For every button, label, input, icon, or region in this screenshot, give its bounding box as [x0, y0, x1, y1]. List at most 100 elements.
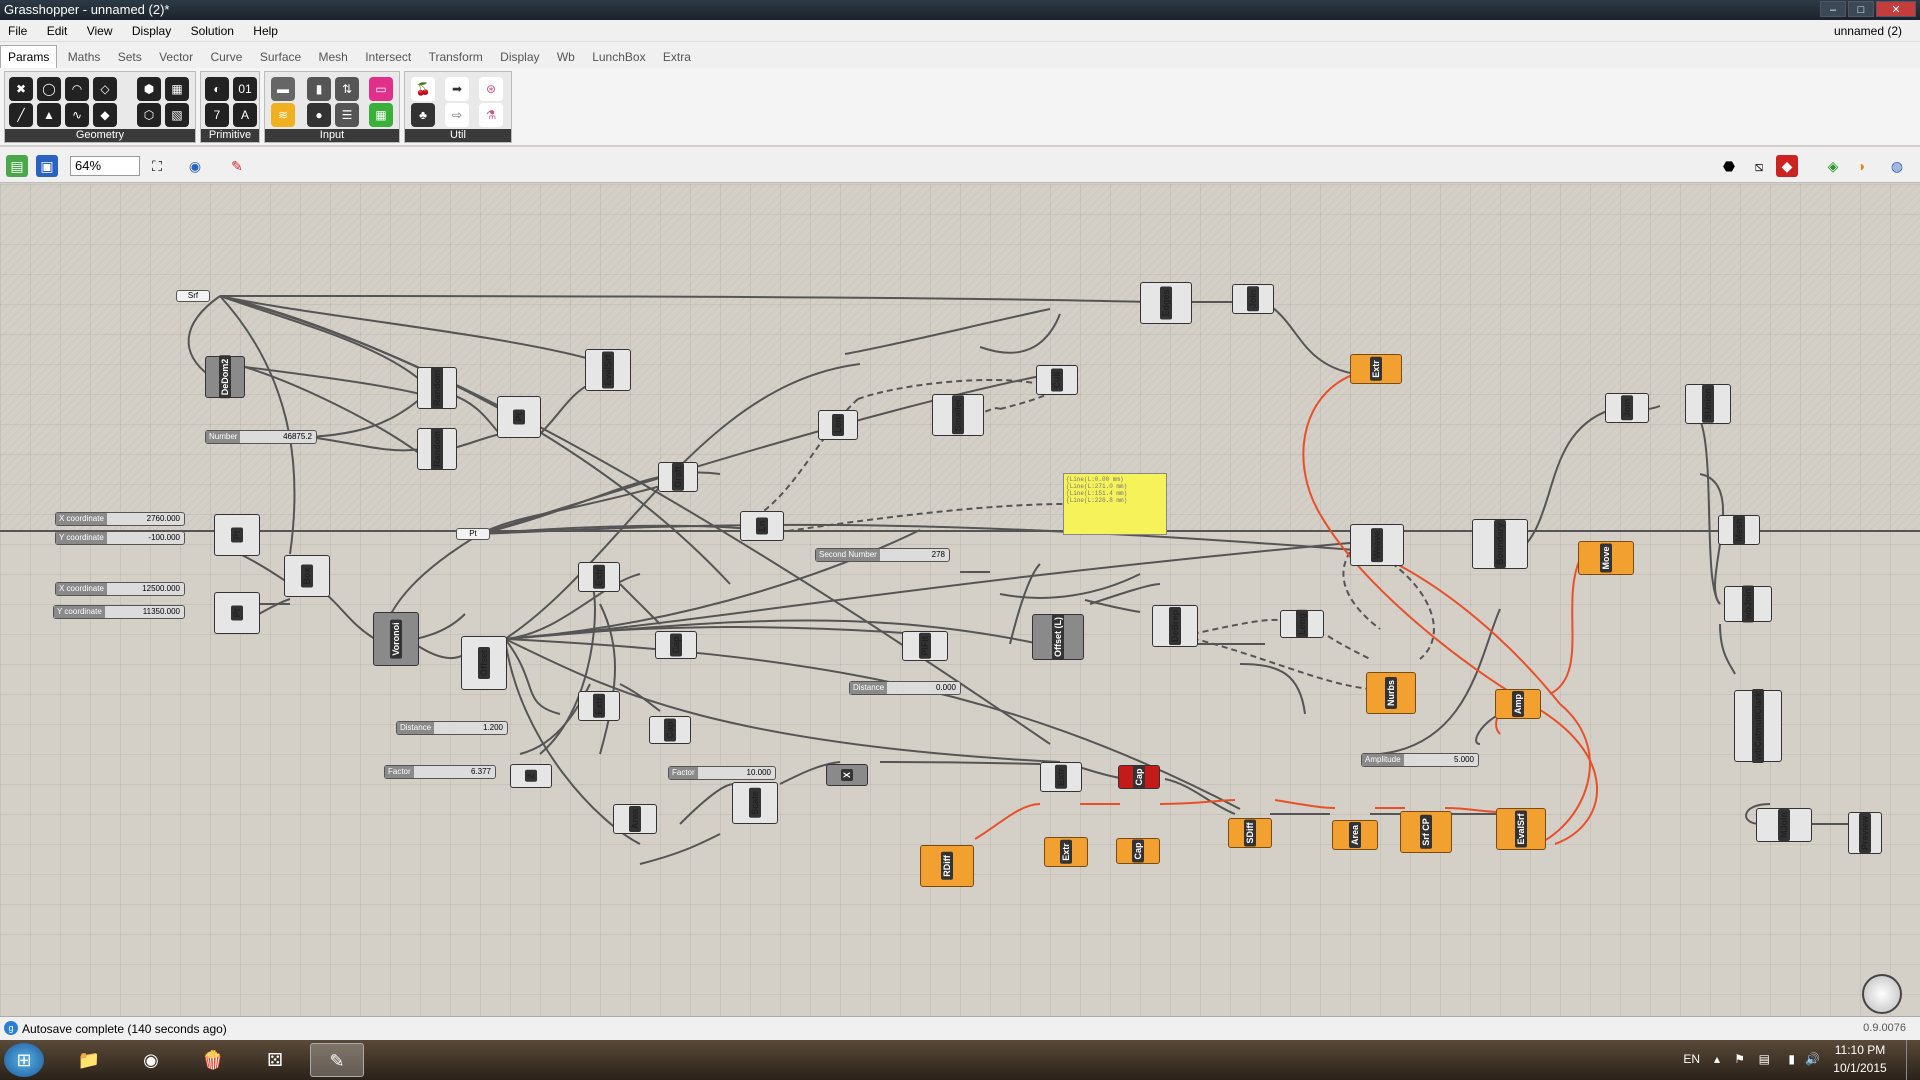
box-param-icon[interactable]: ⬢	[137, 77, 161, 101]
plane-param-icon[interactable]: ▲	[37, 103, 61, 127]
data-panel[interactable]: {Line(L:0.00 mm) {Line(L:271.0 mm) {Line…	[1063, 473, 1167, 535]
galapagos-icon[interactable]: ⊛	[479, 77, 503, 101]
move-component[interactable]: Move	[1578, 541, 1634, 575]
cap-component-2[interactable]: Cap	[649, 716, 691, 744]
volume-icon[interactable]: 🔊	[1805, 1052, 1820, 1066]
knob-icon[interactable]: ●	[307, 103, 331, 127]
factor-slider-1[interactable]: Factor 6.377	[384, 765, 496, 779]
maximize-button[interactable]: □	[1848, 1, 1874, 17]
weave-component[interactable]: Weave	[1350, 524, 1404, 566]
wbjoin-component[interactable]: wbJoin	[1724, 585, 1772, 623]
minimize-button[interactable]: –	[1820, 1, 1846, 17]
curve-param-icon[interactable]: ∿	[65, 103, 89, 127]
navigation-compass-icon[interactable]	[1862, 974, 1902, 1014]
tab-intersect[interactable]: Intersect	[358, 44, 418, 70]
tab-transform[interactable]: Transform	[422, 44, 490, 70]
arc-param-icon[interactable]: ◠	[65, 77, 89, 101]
wireframe-preview-icon[interactable]: ◈	[1822, 155, 1844, 177]
menu-help[interactable]: Help	[245, 20, 286, 42]
tray-arrow-icon[interactable]: ▴	[1714, 1052, 1720, 1066]
len-component[interactable]: Len	[818, 410, 858, 440]
amplitude-slider[interactable]: Amplitude 5.000	[1361, 753, 1479, 767]
colour-swatch-icon[interactable]: ▦	[369, 103, 393, 127]
fitness-icon[interactable]: ♣	[411, 103, 435, 127]
start-button-icon[interactable]: ⊞	[4, 1043, 44, 1077]
close-button[interactable]: ✕	[1876, 1, 1916, 17]
tab-mesh[interactable]: Mesh	[312, 44, 355, 70]
debrep-component[interactable]: DeBrep	[1152, 605, 1198, 647]
dedom2-component[interactable]: DeDom2	[205, 355, 245, 399]
voronoi-component[interactable]: Voronoi	[373, 612, 419, 666]
x-coordinate-slider-1[interactable]: X coordinate 2760.000	[55, 512, 185, 526]
mesh-param-icon[interactable]: ▦	[165, 77, 189, 101]
extr-component-3[interactable]: Extr	[1040, 762, 1082, 792]
number-param-icon[interactable]: 7	[205, 103, 229, 127]
field-param-icon[interactable]: ▧	[165, 103, 189, 127]
scale-component[interactable]: Scale	[732, 782, 778, 824]
tab-sets[interactable]: Sets	[111, 44, 149, 70]
geometry-param-icon[interactable]: ⬡	[137, 103, 161, 127]
globe-preview-icon[interactable]: ◍	[1886, 155, 1908, 177]
flask-icon[interactable]: ⚗	[479, 103, 503, 127]
flag-icon[interactable]: ⚑	[1734, 1052, 1745, 1066]
join-component-1[interactable]: Join	[1232, 284, 1274, 314]
cap-component-error[interactable]: Cap	[1118, 765, 1160, 789]
second-number-slider[interactable]: Second Number 278	[815, 548, 950, 562]
extr-component-top[interactable]: Extr	[1350, 354, 1402, 384]
sketch-pen-icon[interactable]: ✎	[226, 155, 248, 177]
cap-component-3[interactable]: Cap	[1116, 838, 1160, 864]
factor-slider-2[interactable]: Factor 10.000	[668, 766, 776, 780]
y-coordinate-slider-1[interactable]: Y coordinate -100.000	[55, 531, 185, 545]
line-param-icon[interactable]: ╱	[9, 103, 33, 127]
tab-vector[interactable]: Vector	[152, 44, 200, 70]
clock-time[interactable]: 11:10 PM	[1828, 1043, 1892, 1057]
chrome-icon[interactable]: ◉	[124, 1043, 178, 1077]
circle-param-icon[interactable]: ◯	[37, 77, 61, 101]
show-desktop-button[interactable]	[1906, 1040, 1920, 1080]
y-coordinate-slider-2[interactable]: Y coordinate 11350.000	[53, 605, 185, 619]
save-file-icon[interactable]: ▣	[36, 155, 58, 177]
data-input-icon[interactable]: ⇨	[445, 103, 469, 127]
shaded-preview-icon[interactable]: ◑	[1850, 155, 1872, 177]
offset-component-1[interactable]: Offset	[461, 636, 507, 690]
box-component[interactable]: Box	[284, 555, 330, 597]
bake-icon[interactable]: ⬣	[1718, 155, 1740, 177]
data-output-icon[interactable]: ➡	[445, 77, 469, 101]
media-player-icon[interactable]: 🍿	[186, 1043, 240, 1077]
area-component-2[interactable]: Area	[1332, 820, 1378, 850]
point-param-icon[interactable]: ✖	[9, 77, 33, 101]
surface-param-icon[interactable]: ◇	[93, 77, 117, 101]
random-component-1[interactable]: Random	[417, 367, 457, 409]
x-component[interactable]: X	[826, 764, 868, 786]
leng-component[interactable]: Leng	[1280, 610, 1324, 638]
graph-mapper-icon[interactable]: ≋	[271, 103, 295, 127]
grasshopper-canvas[interactable]: Srf Pt Number 46875.2 X coordinate 2760.00…	[0, 184, 1920, 1016]
boundary-component[interactable]: Boundary	[1472, 519, 1528, 569]
open-file-icon[interactable]: ▤	[6, 155, 28, 177]
area-component-1[interactable]: Area	[613, 804, 657, 834]
tab-params[interactable]: Params	[0, 45, 58, 68]
cull-component[interactable]: Cull	[1036, 365, 1078, 395]
mjoin-component[interactable]: MJoin	[1756, 808, 1812, 842]
clock-date[interactable]: 10/1/2015	[1828, 1061, 1892, 1075]
x-coordinate-slider-2[interactable]: X coordinate 12500.000	[55, 582, 185, 596]
edges-component[interactable]: Edges	[1140, 282, 1192, 324]
menu-file[interactable]: File	[0, 20, 35, 42]
z-component[interactable]: Z	[510, 764, 552, 788]
distance-slider-1[interactable]: Distance 0.000	[849, 681, 961, 695]
mesh-component[interactable]: Mesh	[1718, 515, 1760, 545]
srf-cp-component[interactable]: Srf CP	[1400, 811, 1452, 853]
offset-l-component[interactable]: Offset (L)	[1032, 614, 1084, 660]
cherry-picker-icon[interactable]: 🍒	[411, 77, 435, 101]
tab-curve[interactable]: Curve	[203, 44, 249, 70]
toggle-icon[interactable]: ▮	[307, 77, 331, 101]
ln-component[interactable]: Ln	[740, 511, 784, 541]
value-list-icon[interactable]: ☰	[335, 103, 359, 127]
zoom-extents-icon[interactable]: ⛶	[146, 155, 168, 177]
srf-param[interactable]: Srf	[176, 290, 210, 302]
pt-component-3[interactable]: Pt	[214, 592, 260, 634]
rhino-icon[interactable]: ⚄	[248, 1043, 302, 1077]
extr-component-4[interactable]: Extr	[1044, 837, 1088, 867]
tab-display[interactable]: Display	[493, 44, 546, 70]
smaller-component[interactable]: Smaller	[932, 394, 984, 436]
